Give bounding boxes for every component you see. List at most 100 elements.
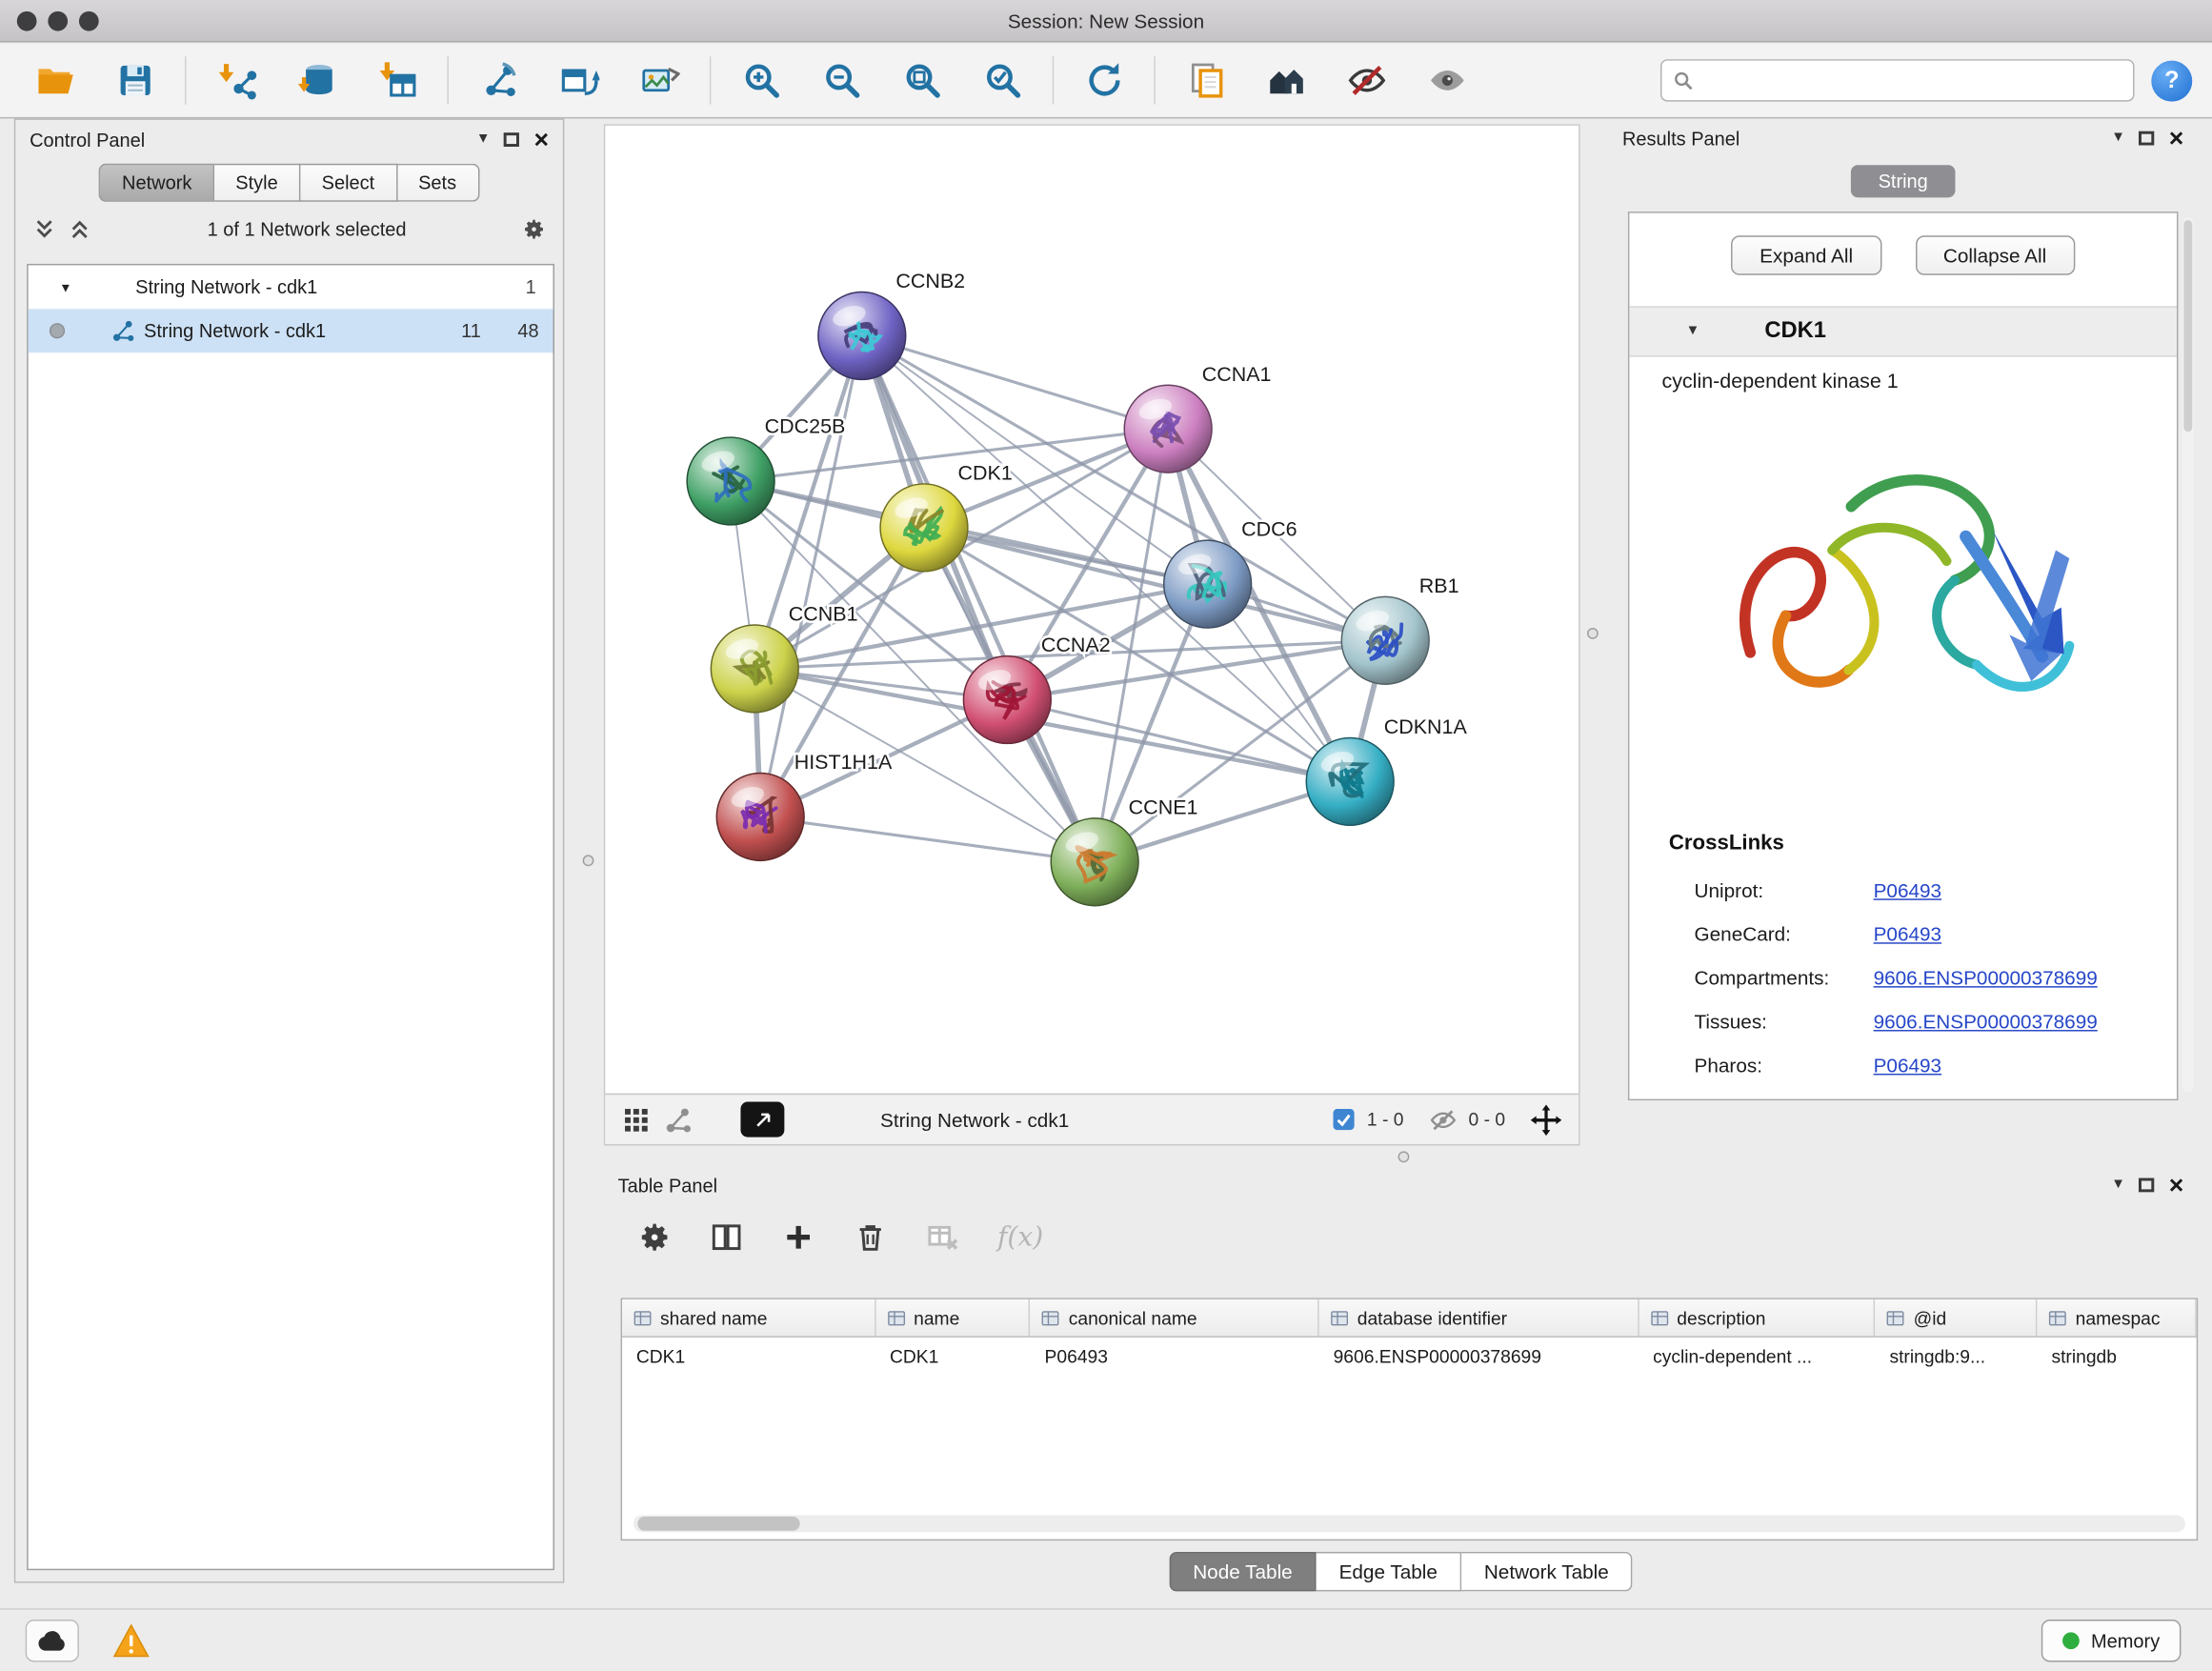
column-header[interactable]: description [1639, 1299, 1875, 1337]
memory-button[interactable]: Memory [2041, 1620, 2181, 1661]
network-node[interactable] [1164, 540, 1252, 628]
import-network-database-button[interactable] [284, 50, 351, 110]
network-options-gear-icon[interactable] [522, 216, 546, 240]
splitter-grip[interactable] [583, 855, 594, 866]
tab-network[interactable]: Network [99, 164, 214, 202]
splitter-grip[interactable] [1398, 1151, 1410, 1162]
network-node[interactable] [716, 774, 804, 861]
show-graphics-details-button[interactable] [1414, 50, 1480, 110]
column-header[interactable]: canonical name [1031, 1299, 1319, 1337]
float-panel-icon[interactable] [2140, 1178, 2155, 1193]
tab-select[interactable]: Select [300, 164, 396, 202]
zoom-fit-button[interactable] [889, 50, 955, 110]
column-header[interactable]: @id [1876, 1299, 2038, 1337]
pan-crosshair-icon[interactable] [1531, 1104, 1562, 1136]
protein-section-header[interactable]: ▼ CDK1 [1629, 306, 2177, 356]
table-cell[interactable]: CDK1 [622, 1345, 875, 1366]
birds-eye-view-button[interactable] [740, 1102, 784, 1137]
hidden-eye-slash-icon[interactable] [1429, 1108, 1458, 1131]
column-header[interactable]: database identifier [1319, 1299, 1639, 1337]
overview-button[interactable] [1253, 50, 1319, 110]
open-session-button[interactable] [21, 50, 88, 110]
import-table-button[interactable] [364, 50, 431, 110]
import-network-file-button[interactable] [203, 50, 270, 110]
network-selection-status: 1 of 1 Network selected [103, 218, 511, 239]
network-node[interactable] [1124, 385, 1212, 473]
cloud-sync-button[interactable] [26, 1620, 79, 1661]
network-node[interactable] [880, 484, 968, 572]
expand-all-button[interactable]: Expand All [1732, 235, 1881, 274]
selected-checkbox-icon[interactable] [1333, 1108, 1356, 1131]
crosslink-link[interactable]: P06493 [1874, 1053, 1941, 1076]
table-cell[interactable]: stringdb:9... [1876, 1345, 2038, 1366]
network-node[interactable] [1306, 737, 1394, 825]
new-network-button[interactable] [466, 50, 533, 110]
close-panel-icon[interactable]: × [2169, 126, 2184, 151]
table-row[interactable]: CDK1CDK1P064939606.ENSP00000378699cyclin… [622, 1338, 2197, 1375]
splitter-grip[interactable] [1587, 628, 1599, 639]
zoom-out-button[interactable] [809, 50, 875, 110]
zoom-window-button[interactable] [79, 11, 99, 31]
table-cell[interactable]: cyclin-dependent ... [1639, 1345, 1875, 1366]
table-cell[interactable]: 9606.ENSP00000378699 [1319, 1345, 1639, 1366]
string-tab-badge[interactable]: String [1851, 165, 1955, 197]
network-node[interactable] [711, 625, 798, 713]
refresh-network-button[interactable] [1071, 50, 1137, 110]
close-panel-icon[interactable]: × [533, 127, 549, 152]
warnings-button[interactable] [108, 1620, 155, 1661]
crosslink-link[interactable]: 9606.ENSP00000378699 [1874, 1010, 2098, 1033]
network-collection-row[interactable]: ▼ String Network - cdk1 1 [29, 265, 553, 309]
close-panel-icon[interactable]: × [2169, 1173, 2184, 1198]
collapse-all-button[interactable]: Collapse All [1915, 235, 2075, 274]
crosslink-link[interactable]: 9606.ENSP00000378699 [1874, 966, 2098, 989]
table-cell[interactable]: P06493 [1031, 1345, 1319, 1366]
zoom-in-button[interactable] [728, 50, 794, 110]
network-node[interactable] [1341, 596, 1429, 684]
tab-network-table[interactable]: Network Table [1461, 1552, 1633, 1591]
hide-graphics-details-button[interactable] [1333, 50, 1399, 110]
search-input[interactable] [1701, 70, 2122, 91]
expand-all-networks-icon[interactable] [32, 216, 56, 240]
panel-menu-caret-icon[interactable]: ▼ [476, 132, 491, 147]
minimize-window-button[interactable] [48, 11, 68, 31]
delete-column-trash-icon[interactable] [854, 1220, 888, 1255]
zoom-selected-button[interactable] [969, 50, 1036, 110]
add-column-plus-icon[interactable] [781, 1220, 815, 1255]
tab-node-table[interactable]: Node Table [1169, 1552, 1317, 1591]
float-panel-icon[interactable] [2140, 131, 2155, 146]
float-panel-icon[interactable] [504, 132, 519, 147]
table-horizontal-scrollbar[interactable] [633, 1515, 2185, 1532]
section-collapse-caret-icon[interactable]: ▼ [1686, 325, 1700, 339]
column-header[interactable]: name [875, 1299, 1031, 1337]
network-node[interactable] [687, 437, 774, 525]
show-columns-icon[interactable] [710, 1220, 744, 1255]
tab-sets[interactable]: Sets [397, 164, 479, 202]
save-session-button[interactable] [102, 50, 169, 110]
tab-style[interactable]: Style [214, 164, 300, 202]
network-from-table-button[interactable] [546, 50, 613, 110]
tab-edge-table[interactable]: Edge Table [1317, 1552, 1461, 1591]
crosslink-link[interactable]: P06493 [1874, 878, 1941, 901]
table-cell[interactable]: stringdb [2038, 1345, 2197, 1366]
column-header[interactable]: shared name [622, 1299, 875, 1337]
export-image-button[interactable] [627, 50, 694, 110]
collapse-all-networks-icon[interactable] [68, 216, 91, 240]
column-header[interactable]: namespac [2038, 1299, 2197, 1337]
network-node[interactable] [818, 292, 906, 380]
panel-menu-caret-icon[interactable]: ▼ [2111, 1178, 2125, 1193]
collapse-triangle-icon[interactable]: ▼ [59, 280, 79, 294]
grid-view-icon[interactable] [622, 1105, 651, 1134]
table-cell[interactable]: CDK1 [875, 1345, 1031, 1366]
crosslink-link[interactable]: P06493 [1874, 922, 1941, 945]
network-canvas[interactable]: CCNB2CCNA1CDC25BCDK1CDC6RB1CCNB1CCNA2CDK… [605, 126, 1579, 1094]
help-button[interactable]: ? [2151, 60, 2192, 101]
panel-menu-caret-icon[interactable]: ▼ [2111, 131, 2125, 146]
table-settings-gear-icon[interactable] [637, 1220, 672, 1255]
network-node[interactable] [1051, 818, 1138, 906]
results-scrollbar[interactable] [2182, 217, 2194, 1092]
network-share-icon[interactable] [664, 1105, 693, 1134]
duplicate-document-button[interactable] [1173, 50, 1239, 110]
close-window-button[interactable] [17, 11, 37, 31]
network-row-selected[interactable]: String Network - cdk1 11 48 [29, 309, 553, 352]
network-node[interactable] [963, 656, 1051, 744]
